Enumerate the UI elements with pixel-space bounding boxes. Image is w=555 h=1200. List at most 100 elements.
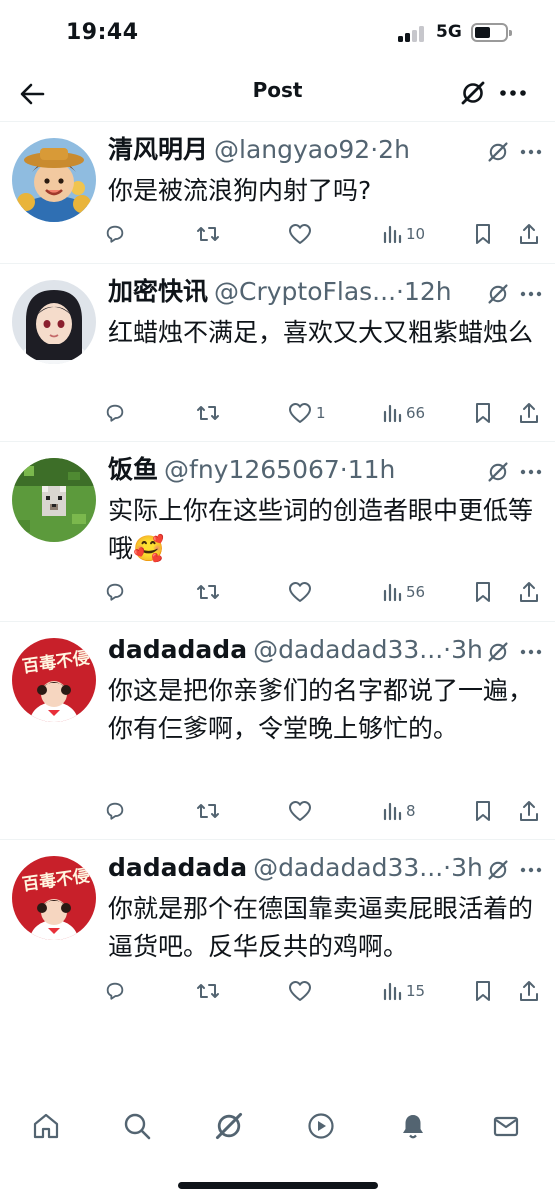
avatar-image: 百毒不侵 — [12, 638, 96, 722]
views-button[interactable]: 15 — [382, 976, 425, 1006]
share-button[interactable] — [518, 976, 540, 1006]
views-button[interactable]: 8 — [382, 796, 416, 826]
avatar[interactable] — [12, 138, 96, 222]
more-button[interactable] — [514, 638, 548, 666]
like-button[interactable] — [288, 577, 316, 607]
grok-button[interactable] — [484, 280, 512, 308]
share-icon — [520, 403, 538, 423]
battery-icon — [471, 23, 512, 42]
avatar[interactable]: 百毒不侵 — [12, 638, 96, 722]
timestamp[interactable]: 12h — [404, 277, 452, 306]
timestamp[interactable]: 11h — [348, 455, 396, 484]
reply-button[interactable] — [104, 219, 126, 249]
reply-button[interactable] — [104, 976, 126, 1006]
like-button[interactable] — [288, 219, 316, 249]
views-button[interactable]: 66 — [382, 398, 425, 428]
grok-icon — [215, 1112, 243, 1140]
timestamp[interactable]: 3h — [451, 635, 483, 664]
reply-text: 你就是那个在德国靠卖逼卖屁眼活着的逼货吧。反华反共的鸡啊。 — [108, 894, 534, 961]
more-button[interactable] — [514, 280, 548, 308]
heart-icon — [289, 224, 311, 244]
retweet-button[interactable] — [196, 398, 220, 428]
post-header: Post — [0, 66, 555, 122]
display-name[interactable]: 加密快讯 — [108, 277, 208, 306]
views-button[interactable]: 10 — [382, 219, 425, 249]
display-name[interactable]: 清风明月 — [108, 135, 208, 164]
handle[interactable]: @CryptoFlas... — [214, 277, 396, 306]
replies-feed: 清风明月 @langyao92·2h 你是被流浪狗内射了吗? 10 加密快讯 @… — [0, 122, 555, 1020]
share-button[interactable] — [518, 577, 540, 607]
share-button[interactable] — [518, 219, 540, 249]
retweet-button[interactable] — [196, 577, 220, 607]
action-bar: 8 — [104, 796, 545, 826]
share-button[interactable] — [518, 796, 540, 826]
retweet-button[interactable] — [196, 796, 220, 826]
grok-icon — [488, 860, 508, 880]
retweet-button[interactable] — [196, 976, 220, 1006]
nav-grok[interactable] — [209, 1106, 249, 1146]
reply-text: 实际上你在这些词的创造者眼中更低等哦🥰 — [108, 496, 534, 563]
avatar[interactable] — [12, 458, 96, 542]
reply-item[interactable]: 饭鱼 @fny1265067·11h 实际上你在这些词的创造者眼中更低等哦🥰 5… — [0, 442, 555, 622]
nav-notifications[interactable] — [393, 1106, 433, 1146]
retweet-icon — [197, 227, 219, 241]
grok-button[interactable] — [484, 458, 512, 486]
more-icon — [520, 291, 542, 297]
view-count: 15 — [406, 982, 426, 1000]
reply-item[interactable]: 加密快讯 @CryptoFlas...·12h 红蜡烛不满足，喜欢又大又粗紫蜡烛么… — [0, 264, 555, 442]
grok-button[interactable] — [484, 856, 512, 884]
more-button[interactable] — [514, 856, 548, 884]
video-icon — [308, 1113, 334, 1139]
bookmark-button[interactable] — [474, 219, 492, 249]
reply-button[interactable] — [104, 398, 126, 428]
timestamp[interactable]: 3h — [451, 853, 483, 882]
more-button[interactable] — [514, 138, 548, 166]
share-icon — [520, 801, 538, 821]
grok-button[interactable] — [484, 638, 512, 666]
avatar[interactable] — [12, 280, 96, 364]
reply-item[interactable]: 百毒不侵 dadadada @dadadad33...·3h 你就是那个在德国靠卖… — [0, 840, 555, 1020]
reply-item[interactable]: 清风明月 @langyao92·2h 你是被流浪狗内射了吗? 10 — [0, 122, 555, 264]
nav-search[interactable] — [117, 1106, 157, 1146]
bookmark-button[interactable] — [474, 976, 492, 1006]
display-name[interactable]: dadadada — [108, 853, 247, 882]
handle[interactable]: @fny1265067 — [164, 455, 340, 484]
reply-header: 加密快讯 @CryptoFlas...·12h — [108, 277, 452, 306]
like-button[interactable]: 1 — [288, 398, 326, 428]
reply-button[interactable] — [104, 796, 126, 826]
display-name[interactable]: 饭鱼 — [108, 455, 158, 484]
nav-video[interactable] — [301, 1106, 341, 1146]
reply-button[interactable] — [104, 577, 126, 607]
bookmark-button[interactable] — [474, 577, 492, 607]
reply-item[interactable]: 百毒不侵 dadadada @dadadad33...·3h 你这是把你亲爹们的名… — [0, 622, 555, 840]
views-button[interactable]: 56 — [382, 577, 425, 607]
nav-home[interactable] — [26, 1106, 66, 1146]
avatar[interactable]: 百毒不侵 — [12, 856, 96, 940]
reply-icon — [106, 404, 124, 422]
grok-button[interactable] — [456, 76, 490, 110]
more-button[interactable] — [496, 76, 530, 110]
like-button[interactable] — [288, 976, 316, 1006]
share-button[interactable] — [518, 398, 540, 428]
retweet-button[interactable] — [196, 219, 220, 249]
more-icon — [500, 90, 526, 96]
handle[interactable]: @dadadad33... — [253, 853, 443, 882]
timestamp[interactable]: 2h — [378, 135, 410, 164]
handle[interactable]: @langyao92 — [214, 135, 370, 164]
action-bar: 1 66 — [104, 398, 545, 428]
view-count: 10 — [406, 225, 426, 243]
reply-icon — [106, 982, 124, 1000]
handle[interactable]: @dadadad33... — [253, 635, 443, 664]
heart-icon — [289, 801, 311, 821]
grok-button[interactable] — [484, 138, 512, 166]
more-button[interactable] — [514, 458, 548, 486]
nav-messages[interactable] — [486, 1106, 526, 1146]
like-button[interactable] — [288, 796, 316, 826]
home-icon — [33, 1113, 59, 1139]
bottom-nav — [0, 1098, 555, 1158]
bookmark-button[interactable] — [474, 398, 492, 428]
grok-icon — [461, 81, 485, 105]
status-time: 19:44 — [66, 20, 139, 45]
bookmark-button[interactable] — [474, 796, 492, 826]
display-name[interactable]: dadadada — [108, 635, 247, 664]
